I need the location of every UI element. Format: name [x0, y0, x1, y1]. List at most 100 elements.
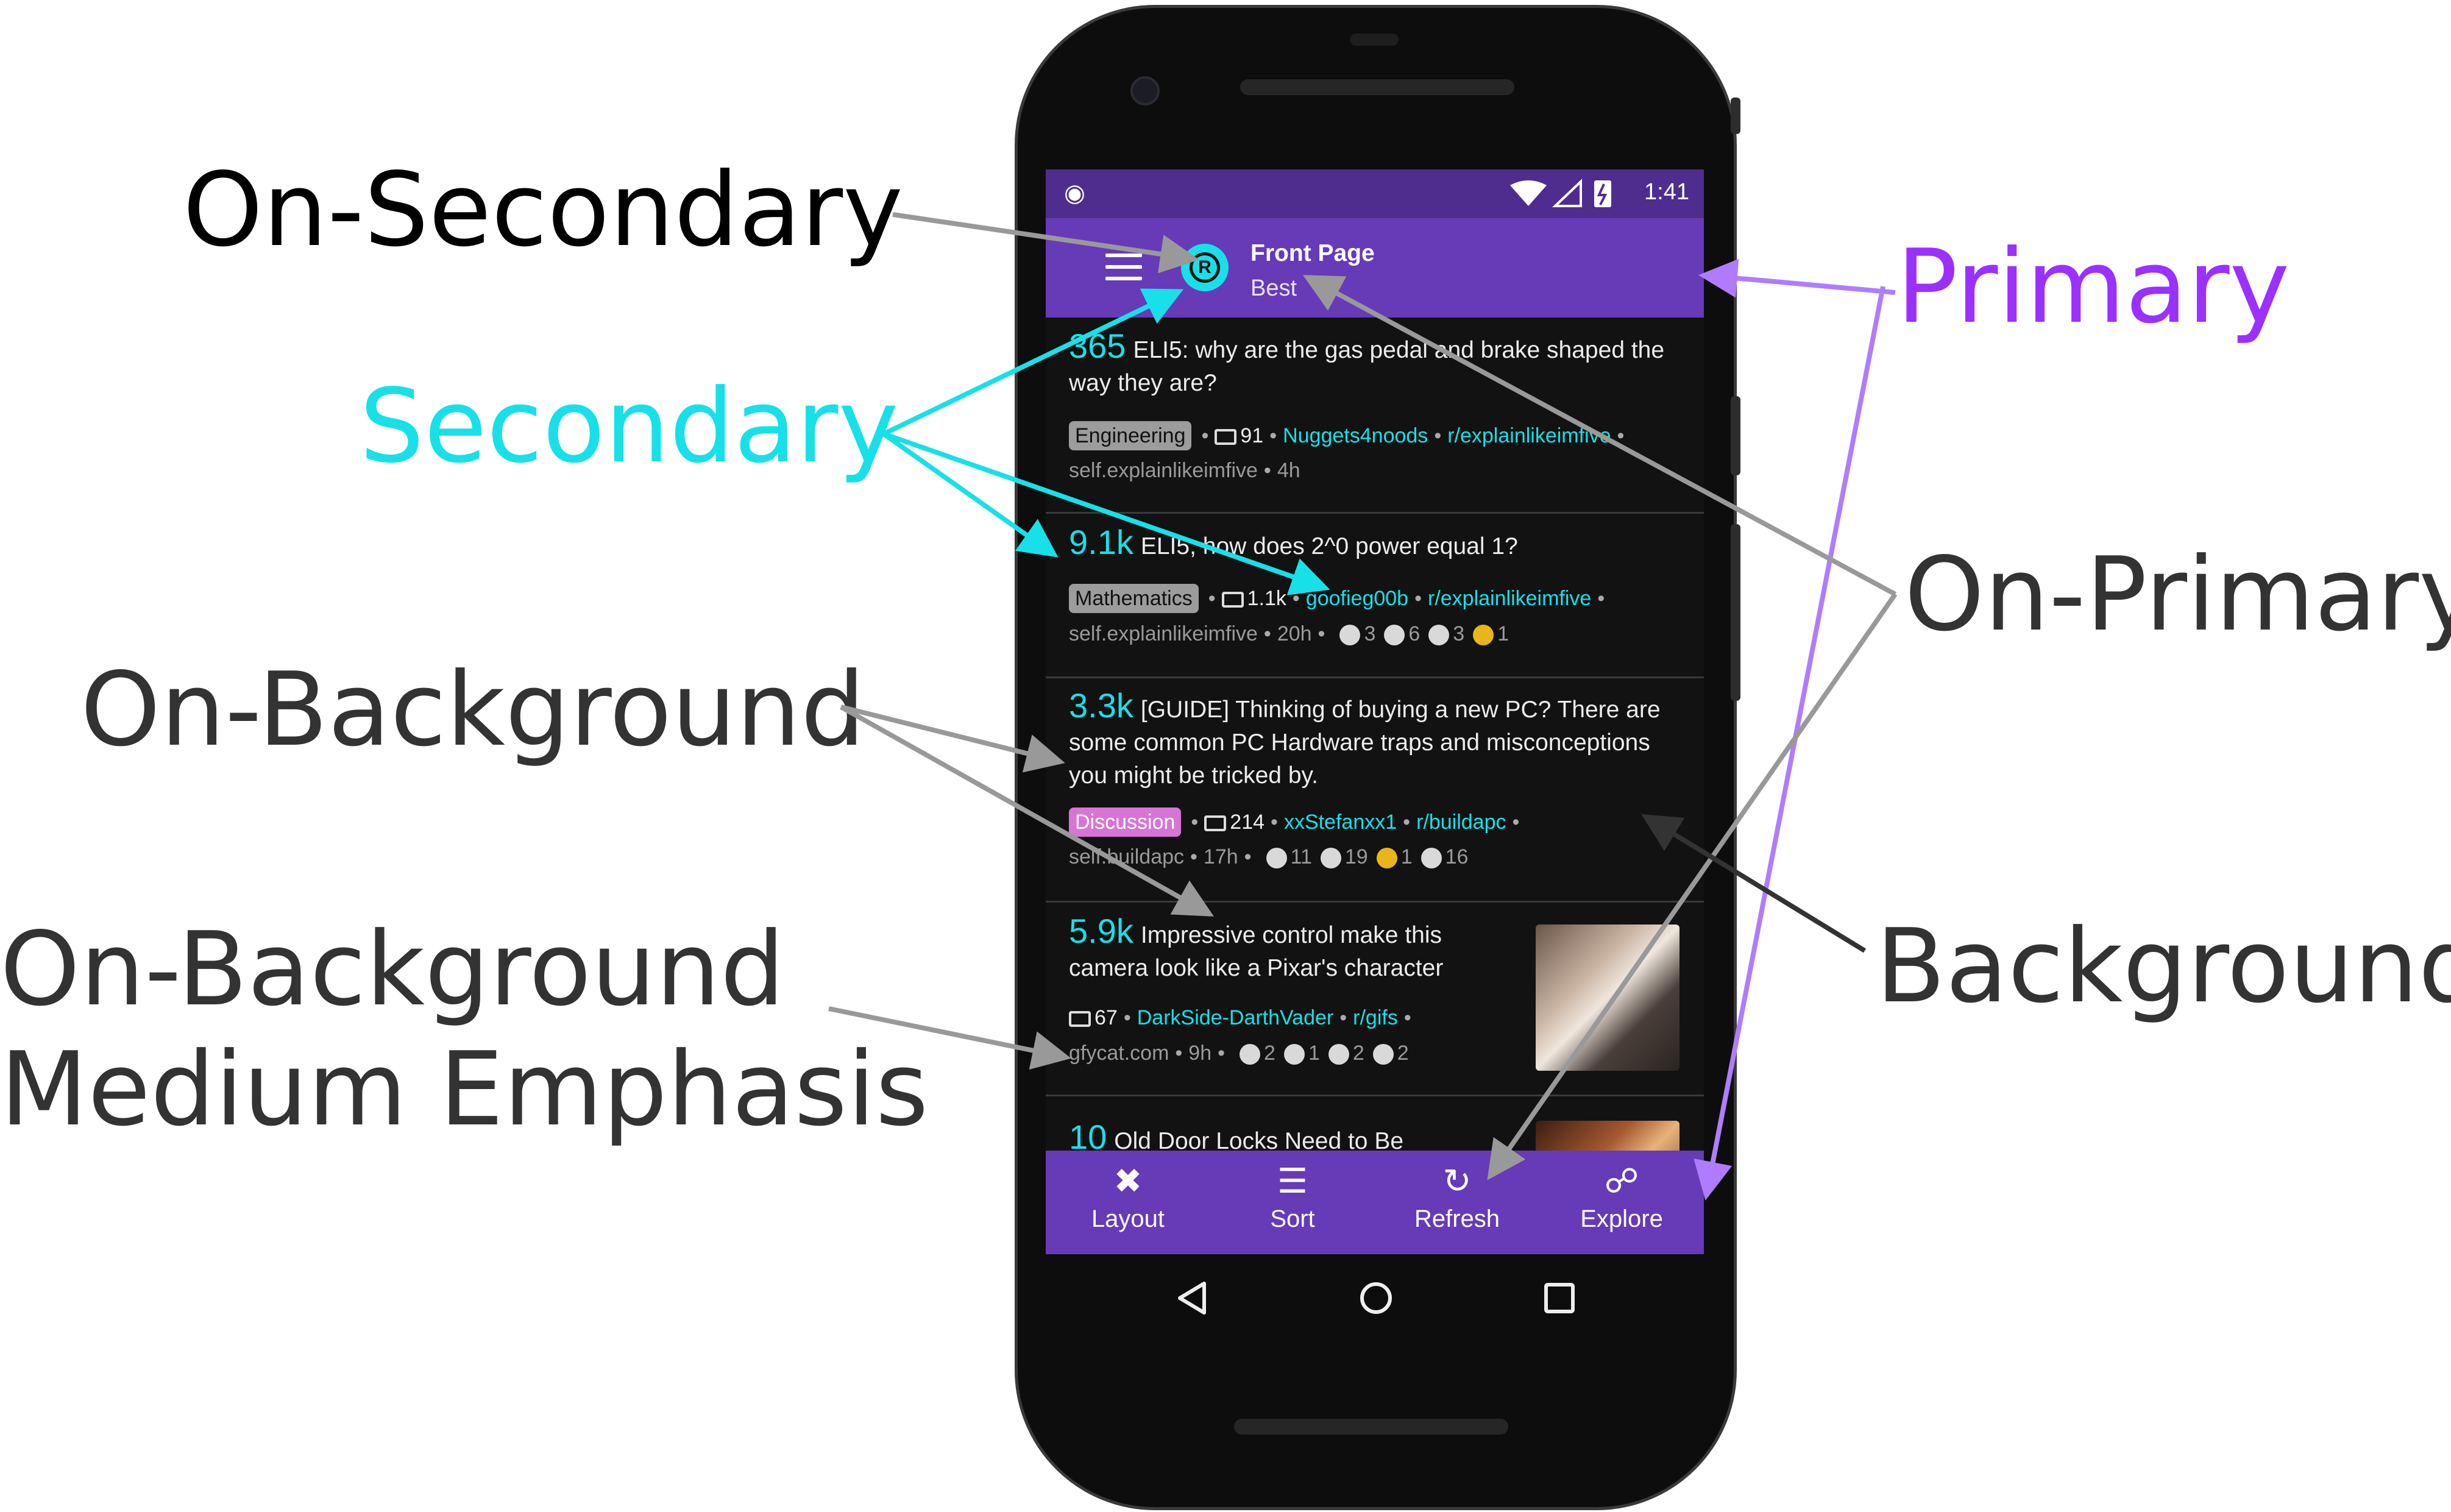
phone-screen: ◉ 1:41 R Front Page Best 365 ELI5: why ar… — [1046, 169, 1704, 1254]
helpful-award-icon — [1384, 625, 1405, 646]
post-flair: Mathematics — [1069, 584, 1199, 613]
helpful-award-icon — [1372, 1044, 1394, 1065]
post-subreddit[interactable]: r/buildapc — [1416, 811, 1506, 834]
power-button — [1731, 396, 1740, 475]
post-meta: Engineering • 91 • Nuggets4noods • r/explainli… — [1069, 421, 1630, 450]
award-count: 2 — [1352, 1042, 1364, 1065]
app-bar-title: Front Page — [1250, 240, 1375, 266]
comment-count: 1.1k — [1247, 587, 1286, 610]
post-author[interactable]: Nuggets4noods — [1283, 424, 1428, 447]
label-on-primary: On-Primary — [1904, 536, 2451, 654]
comment-count: 67 — [1094, 1006, 1118, 1029]
volume-button — [1731, 98, 1740, 134]
award-count: 2 — [1264, 1042, 1275, 1065]
post-score: 3.3k — [1069, 686, 1133, 725]
top-speaker — [1240, 79, 1514, 95]
post-subreddit[interactable]: r/explainlikeimfive — [1428, 587, 1591, 610]
post-subreddit[interactable]: r/explainlikeimfive — [1447, 424, 1611, 447]
nav-label: Sort — [1270, 1205, 1315, 1232]
wifi-icon — [1510, 180, 1547, 206]
post-title-line: 9.1k ELI5, how does 2^0 power equal 1? — [1069, 523, 1678, 563]
app-bar-subtitle: Best — [1250, 275, 1297, 301]
system-navigation — [1046, 1262, 1704, 1335]
silver-award-icon — [1320, 848, 1341, 869]
sort-icon: ☰ — [1277, 1162, 1308, 1200]
volume-rocker — [1731, 524, 1740, 701]
post-flair: Engineering — [1069, 421, 1192, 450]
bottom-navigation: ✖ Layout ☰ Sort ↻ Refresh ☍ Explore — [1046, 1151, 1704, 1254]
award-count: 6 — [1408, 622, 1421, 645]
award-count: 19 — [1344, 845, 1368, 868]
nav-layout-button[interactable]: ✖ Layout — [1046, 1162, 1210, 1233]
post-meta-secondary: self.explainlikeimfive • 4h — [1069, 459, 1300, 482]
label-secondary: Secondary — [360, 367, 899, 486]
post-title: ELI5, how does 2^0 power equal 1? — [1140, 533, 1518, 559]
post-title-line: 365 ELI5: why are the gas pedal and brake… — [1069, 327, 1678, 400]
recents-icon[interactable] — [1542, 1281, 1577, 1315]
comment-icon — [1215, 429, 1237, 445]
post-thumbnail[interactable] — [1536, 925, 1680, 1071]
silver-award-icon — [1339, 625, 1361, 646]
silver-award-icon — [1328, 1044, 1349, 1065]
back-icon[interactable] — [1175, 1280, 1209, 1316]
post-score: 365 — [1069, 327, 1126, 365]
label-on-background-medium-line1: On-Background — [0, 910, 785, 1029]
nav-explore-button[interactable]: ☍ Explore — [1539, 1162, 1704, 1233]
post-domain: self.explainlikeimfive — [1069, 459, 1258, 482]
post-domain: self.explainlikeimfive — [1069, 622, 1258, 645]
post-item[interactable]: 9.1k ELI5, how does 2^0 power equal 1? Ma… — [1046, 514, 1704, 678]
post-score: 9.1k — [1069, 523, 1133, 561]
post-meta: Mathematics • 1.1k • goofieg00b • r/explainlik… — [1069, 584, 1611, 613]
gold-award-icon — [1473, 625, 1494, 646]
award-count: 11 — [1290, 845, 1312, 868]
nav-refresh-button[interactable]: ↻ Refresh — [1375, 1162, 1539, 1233]
post-item[interactable]: 3.3k [GUIDE] Thinking of buying a new PC?… — [1046, 678, 1704, 903]
signal-icon — [1552, 179, 1582, 207]
post-subreddit[interactable]: r/gifs — [1353, 1006, 1398, 1029]
status-time: 1:41 — [1644, 179, 1689, 205]
label-on-background: On-Background — [80, 651, 865, 769]
label-on-background-medium-line2: Medium Emphasis — [0, 1031, 929, 1149]
post-domain: self.buildapc — [1069, 845, 1185, 868]
post-title-line: 3.3k [GUIDE] Thinking of buying a new PC?… — [1069, 689, 1678, 792]
nav-label: Refresh — [1414, 1205, 1500, 1232]
post-meta-secondary: self.buildapc • 17h • 11 19 1 16 — [1069, 845, 1469, 869]
comment-count: 214 — [1230, 811, 1265, 834]
earpiece-slot — [1350, 34, 1399, 46]
android-icon: ◉ — [1064, 180, 1085, 207]
post-item[interactable]: 365 ELI5: why are the gas pedal and brake… — [1046, 318, 1704, 514]
status-icons — [1510, 179, 1611, 207]
post-score: 5.9k — [1069, 912, 1133, 950]
award-count: 1 — [1400, 845, 1413, 868]
label-on-secondary: On-Secondary — [183, 151, 903, 269]
post-item[interactable]: 5.9k Impressive control make this camera … — [1046, 903, 1704, 1096]
award-count: 16 — [1445, 845, 1469, 868]
post-title-line: 5.9k Impressive control make this camera … — [1069, 912, 1495, 985]
post-author[interactable]: goofieg00b — [1306, 587, 1408, 610]
comment-count: 91 — [1240, 424, 1264, 447]
post-meta: Discussion • 214 • xxStefanxx1 • r/buildapc • — [1069, 807, 1525, 837]
status-bar: ◉ 1:41 — [1046, 169, 1704, 218]
post-meta-secondary: self.explainlikeimfive • 20h • 3 6 3 1 — [1069, 622, 1509, 646]
award-count: 1 — [1308, 1042, 1320, 1065]
post-title: ELI5: why are the gas pedal and brake sh… — [1069, 337, 1665, 396]
wholesome-award-icon — [1240, 1044, 1261, 1065]
home-icon[interactable] — [1358, 1280, 1394, 1316]
post-age: 9h — [1188, 1042, 1212, 1065]
gold-award-icon — [1376, 848, 1397, 869]
nav-sort-button[interactable]: ☰ Sort — [1210, 1162, 1375, 1233]
hugz-award-icon — [1283, 1044, 1305, 1065]
refresh-icon: ↻ — [1442, 1162, 1472, 1200]
award-count: 3 — [1364, 622, 1376, 645]
award-count: 2 — [1397, 1042, 1409, 1065]
subreddit-icon[interactable]: R — [1181, 244, 1229, 291]
post-flair: Discussion — [1069, 807, 1182, 837]
post-domain: gfycat.com — [1069, 1042, 1169, 1065]
front-camera — [1130, 76, 1160, 105]
post-meta: 67 • DarkSide-DarthVader • r/gifs • — [1069, 1006, 1417, 1030]
post-title: [GUIDE] Thinking of buying a new PC? The… — [1069, 697, 1661, 789]
post-author[interactable]: xxStefanxx1 — [1284, 811, 1397, 834]
post-author[interactable]: DarkSide-DarthVader — [1137, 1006, 1334, 1029]
hamburger-icon[interactable] — [1105, 254, 1142, 280]
post-meta-secondary: gfycat.com • 9h • 2 1 2 2 — [1069, 1042, 1409, 1065]
